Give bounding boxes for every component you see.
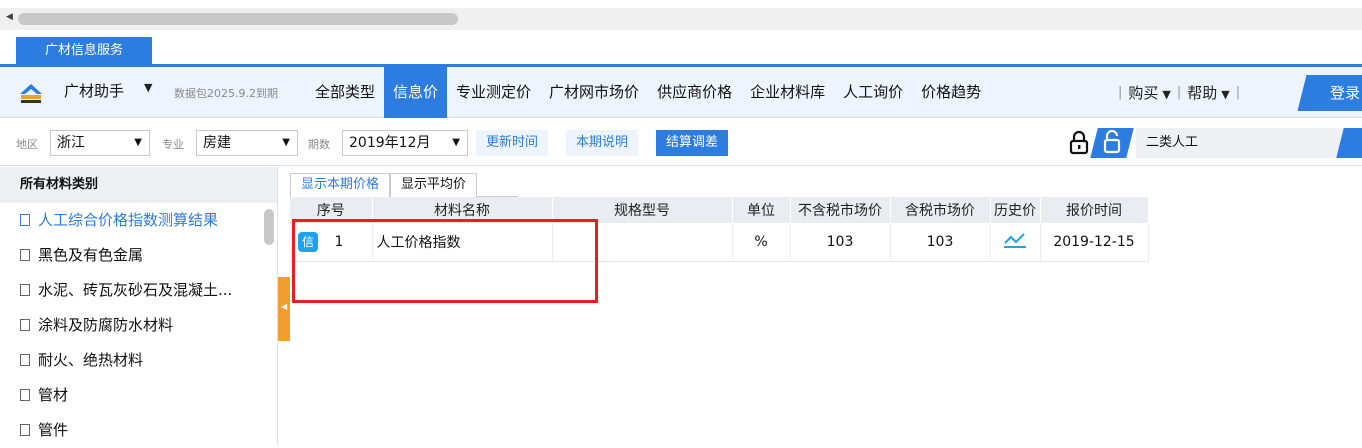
period-select[interactable]: 2019年12月 ▼ [342,130,468,156]
brand-caret-icon[interactable]: ▼ [144,81,152,94]
scrollbar-thumb[interactable] [18,13,458,25]
nav-item-info-price[interactable]: 信息价 [384,67,448,118]
period-description-button[interactable]: 本期说明 [566,130,639,156]
nav-item-enterprise-library[interactable]: 企业材料库 [741,67,834,118]
price-view-tabs: 显示本期价格 显示平均价 [290,173,518,197]
major-select[interactable]: 房建 ▼ [196,130,298,156]
nav-item-all-types[interactable]: 全部类型 [306,67,384,118]
sidebar-scrollbar[interactable] [264,209,274,245]
nav-item-supplier-price[interactable]: 供应商价格 [648,67,741,118]
sidebar-item-label: 耐火、绝热材料 [38,351,144,369]
sidebar-item-label: 黑色及有色金属 [38,246,144,264]
chevron-down-icon: ▼ [452,137,460,148]
sidebar-item-labor-index[interactable]: 人工综合价格指数测算结果 [0,203,277,238]
login-label: 登录 [1330,84,1361,102]
buy-label: 购买 [1128,84,1159,102]
chevron-down-icon: ▼ [134,137,142,148]
category-sidebar: 所有材料类别 人工综合价格指数测算结果 黑色及有色金属 水泥、砖瓦灰砂石及混凝土… [0,167,278,445]
major-value: 房建 [203,135,231,151]
buy-menu[interactable]: 购买 ▼ [1128,82,1170,103]
document-icon [20,354,30,366]
document-icon [20,284,30,296]
chevron-down-icon: ▼ [1221,88,1230,101]
help-label: 帮助 [1187,84,1218,102]
divider: | [1176,85,1182,100]
region-value: 浙江 [57,135,85,151]
chevron-down-icon: ▼ [1162,88,1171,101]
app-tab[interactable]: 广材信息服务 [16,37,152,65]
sidebar-item-coatings[interactable]: 涂料及防腐防水材料 [0,308,277,343]
sidebar-item-cement[interactable]: 水泥、砖瓦灰砂石及混凝土... [0,273,277,308]
logo-icon [20,84,42,103]
region-label: 地区 [16,138,38,151]
package-notice: 数据包2025.9.2到期 [174,87,278,100]
chevron-down-icon: ▼ [282,137,290,148]
nav-item-market-price[interactable]: 广材网市场价 [540,67,648,118]
tab-current-price[interactable]: 显示本期价格 [290,173,391,197]
settlement-adjust-button[interactable]: 结算调差 [656,130,729,156]
sidebar-item-fittings[interactable]: 管件 [0,413,277,448]
price-in-tax-cell: 103 [890,223,991,262]
sidebar-title: 所有材料类别 [0,167,277,203]
top-nav-bar: 广材助手 ▼ 数据包2025.9.2到期 全部类型 信息价 专业测定价 广材网市… [0,64,1362,118]
price-ex-tax-cell: 103 [790,223,891,262]
lock-icon[interactable] [1068,130,1090,156]
main-panel: 显示本期价格 显示平均价 序号 材料名称 规格型号 单位 不含税市场价 含税市场… [290,167,1362,445]
document-icon [20,389,30,401]
period-value: 2019年12月 [349,135,431,151]
filter-bar: 地区 浙江 ▼ 专业 房建 ▼ 期数 2019年12月 ▼ 更新时间 本期说明 结算调… [0,118,1362,166]
divider: | [1235,85,1241,100]
sidebar-item-label: 人工综合价格指数测算结果 [38,211,219,229]
major-label: 专业 [162,138,184,151]
labor-type-field[interactable]: 二类人工 [1136,128,1346,158]
period-label: 期数 [308,138,330,151]
document-icon [20,319,30,331]
help-menu[interactable]: 帮助 ▼ [1187,82,1229,103]
document-icon [20,249,30,261]
top-right-menu: | 购买 ▼ | 帮助 ▼ | [1118,67,1240,118]
column-header[interactable]: 报价时间 [1040,197,1149,223]
update-time-button[interactable]: 更新时间 [476,130,549,156]
region-select[interactable]: 浙江 ▼ [50,130,150,156]
highlight-box [292,219,598,303]
sidebar-item-metals[interactable]: 黑色及有色金属 [0,238,277,273]
app-tab-row: 广材信息服务 [0,30,1362,65]
column-header[interactable]: 历史价 [990,197,1041,223]
sidebar-item-label: 涂料及防腐防水材料 [38,316,174,334]
collapse-sidebar-button[interactable]: ◀ [278,277,290,341]
report-date-cell: 2019-12-15 [1040,223,1149,262]
trend-chart-icon[interactable] [1003,231,1027,249]
nav-item-price-trend[interactable]: 价格趋势 [912,67,990,118]
sidebar-item-label: 管材 [38,386,69,404]
sidebar-item-label: 管件 [38,421,69,439]
brand-name[interactable]: 广材助手 [64,80,124,101]
column-header[interactable]: 含税市场价 [890,197,991,223]
nav-menu: 全部类型 信息价 专业测定价 广材网市场价 供应商价格 企业材料库 人工询价 价… [306,67,990,118]
sidebar-item-pipes[interactable]: 管材 [0,378,277,413]
unlock-icon[interactable] [1090,128,1134,158]
nav-item-professional-price[interactable]: 专业测定价 [447,67,540,118]
unit-cell: % [732,223,791,262]
history-price-cell [990,223,1041,262]
column-header[interactable]: 不含税市场价 [790,197,891,223]
sidebar-item-label: 水泥、砖瓦灰砂石及混凝土... [38,281,233,299]
column-header[interactable]: 单位 [732,197,791,223]
nav-item-labor-inquiry[interactable]: 人工询价 [834,67,912,118]
scroll-left-icon[interactable]: ◀ [6,12,13,22]
document-icon [20,214,30,226]
document-icon [20,424,30,436]
horizontal-scrollbar[interactable]: ◀ [0,8,1362,30]
tab-average-price[interactable]: 显示平均价 [390,173,478,197]
divider: | [1118,85,1123,100]
chevron-left-icon: ◀ [281,302,288,311]
login-button[interactable]: 登录 [1297,75,1362,111]
sidebar-item-refractory[interactable]: 耐火、绝热材料 [0,343,277,378]
